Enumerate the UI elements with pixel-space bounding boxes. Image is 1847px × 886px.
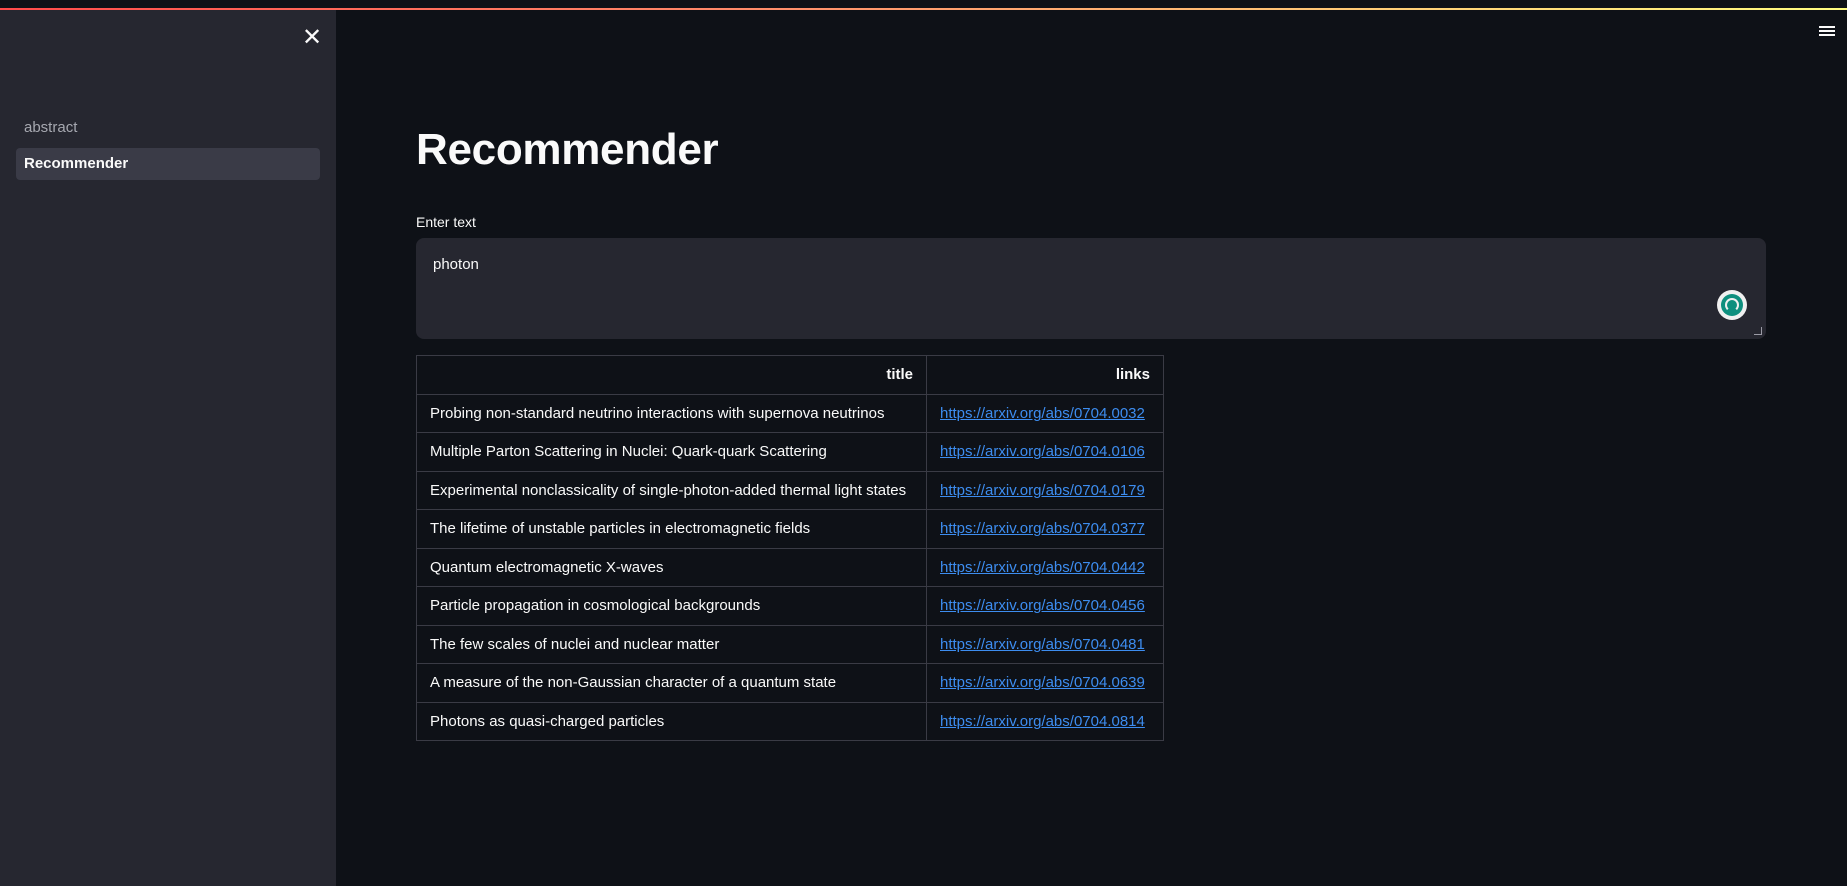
text-input[interactable]: photon: [416, 238, 1766, 339]
results-table: title links Probing non-standard neutrin…: [416, 355, 1164, 741]
row-link-cell: https://arxiv.org/abs/0704.0456: [926, 586, 1164, 626]
row-link[interactable]: https://arxiv.org/abs/0704.0442: [940, 559, 1145, 576]
spinner-arc: [1725, 298, 1739, 312]
close-sidebar-icon[interactable]: ✕: [300, 26, 324, 50]
row-link-cell: https://arxiv.org/abs/0704.0481: [926, 624, 1164, 664]
menu-line: [1819, 30, 1835, 32]
top-decoration-bar: [0, 0, 1847, 10]
page-title: Recommender: [416, 125, 719, 174]
spinner-inner: [1721, 294, 1743, 316]
text-input-label: Enter text: [416, 214, 476, 230]
row-title: Photons as quasi-charged particles: [416, 701, 927, 741]
row-title: Particle propagation in cosmological bac…: [416, 586, 927, 626]
row-link[interactable]: https://arxiv.org/abs/0704.0106: [940, 443, 1145, 460]
row-link[interactable]: https://arxiv.org/abs/0704.0377: [940, 520, 1145, 537]
row-title: Quantum electromagnetic X-waves: [416, 547, 927, 587]
row-link[interactable]: https://arxiv.org/abs/0704.0814: [940, 713, 1145, 730]
sidebar: ✕ abstract Recommender: [0, 10, 336, 886]
row-link-cell: https://arxiv.org/abs/0704.0106: [926, 432, 1164, 472]
table-header-row: title links: [416, 355, 1164, 395]
row-title: The few scales of nuclei and nuclear mat…: [416, 624, 927, 664]
table-row: The lifetime of unstable particles in el…: [416, 509, 1164, 549]
row-title: A measure of the non-Gaussian character …: [416, 663, 927, 703]
table-row: Photons as quasi-charged particles https:…: [416, 701, 1164, 741]
row-link[interactable]: https://arxiv.org/abs/0704.0179: [940, 482, 1145, 499]
row-link[interactable]: https://arxiv.org/abs/0704.0032: [940, 405, 1145, 422]
hamburger-icon[interactable]: [1818, 24, 1836, 40]
row-title: The lifetime of unstable particles in el…: [416, 509, 927, 549]
row-link-cell: https://arxiv.org/abs/0704.0442: [926, 547, 1164, 587]
row-link[interactable]: https://arxiv.org/abs/0704.0639: [940, 674, 1145, 691]
sidebar-item-abstract[interactable]: abstract: [16, 112, 320, 144]
row-link[interactable]: https://arxiv.org/abs/0704.0456: [940, 597, 1145, 614]
table-row: The few scales of nuclei and nuclear mat…: [416, 624, 1164, 664]
menu-line: [1819, 26, 1835, 28]
table-row: Quantum electromagnetic X-waves https://a…: [416, 547, 1164, 587]
text-input-container: photon: [416, 238, 1766, 339]
row-link-cell: https://arxiv.org/abs/0704.0377: [926, 509, 1164, 549]
table-row: Particle propagation in cosmological bac…: [416, 586, 1164, 626]
loading-spinner-icon: [1717, 290, 1747, 320]
table-row: A measure of the non-Gaussian character …: [416, 663, 1164, 703]
sidebar-nav: abstract Recommender: [16, 112, 320, 184]
column-header-links: links: [926, 355, 1164, 395]
row-title: Multiple Parton Scattering in Nuclei: Qu…: [416, 432, 927, 472]
row-link-cell: https://arxiv.org/abs/0704.0814: [926, 701, 1164, 741]
table-row: Experimental nonclassicality of single-p…: [416, 470, 1164, 510]
column-header-title: title: [416, 355, 927, 395]
row-link-cell: https://arxiv.org/abs/0704.0639: [926, 663, 1164, 703]
table-row: Probing non-standard neutrino interactio…: [416, 393, 1164, 433]
menu-line: [1819, 34, 1835, 36]
row-title: Probing non-standard neutrino interactio…: [416, 393, 927, 433]
resize-handle-icon[interactable]: [1754, 327, 1762, 335]
row-link-cell: https://arxiv.org/abs/0704.0032: [926, 393, 1164, 433]
table-body: Probing non-standard neutrino interactio…: [416, 393, 1164, 741]
table-row: Multiple Parton Scattering in Nuclei: Qu…: [416, 432, 1164, 472]
row-link[interactable]: https://arxiv.org/abs/0704.0481: [940, 636, 1145, 653]
sidebar-item-recommender[interactable]: Recommender: [16, 148, 320, 180]
row-link-cell: https://arxiv.org/abs/0704.0179: [926, 470, 1164, 510]
row-title: Experimental nonclassicality of single-p…: [416, 470, 927, 510]
